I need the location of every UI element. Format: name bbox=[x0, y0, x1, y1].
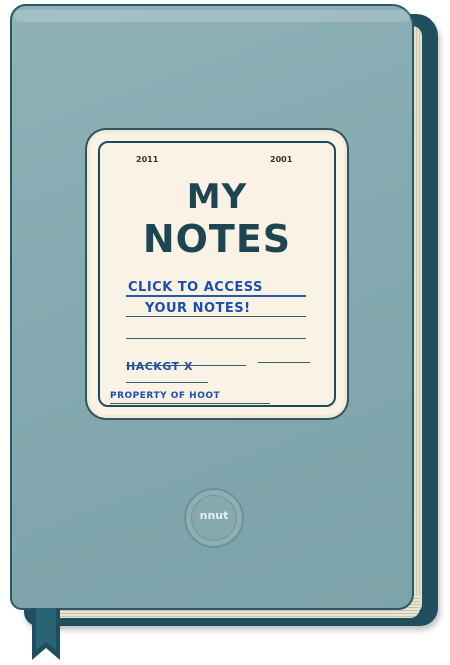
ruled-line bbox=[126, 338, 306, 339]
ruled-line bbox=[126, 316, 306, 317]
year-right: 2001 bbox=[270, 155, 293, 164]
title-my: MY bbox=[186, 177, 248, 217]
notes-label-button[interactable]: 2011 2001 MY NOTES CLICK TO ACCESS YOUR … bbox=[90, 133, 344, 415]
underline bbox=[126, 295, 306, 297]
notebook-stage: 2011 2001 MY NOTES CLICK TO ACCESS YOUR … bbox=[0, 0, 450, 665]
cta-line-1[interactable]: CLICK TO ACCESS bbox=[128, 280, 263, 295]
bookmark-ribbon bbox=[32, 608, 60, 660]
title-notes: NOTES bbox=[142, 217, 292, 261]
emblem-text: nnut bbox=[199, 509, 229, 522]
owner-name: HACKGT X bbox=[126, 360, 193, 373]
year-left: 2011 bbox=[136, 155, 159, 164]
ruled-line bbox=[126, 382, 208, 383]
emblem-badge: nnut bbox=[184, 488, 244, 548]
cover-sheen bbox=[14, 10, 410, 22]
ruled-line bbox=[126, 365, 246, 366]
ruled-line bbox=[110, 403, 270, 404]
cta-line-2[interactable]: YOUR NOTES! bbox=[145, 301, 251, 316]
property-text: PROPERTY OF HOOT bbox=[110, 391, 221, 401]
ruled-line bbox=[258, 362, 310, 363]
